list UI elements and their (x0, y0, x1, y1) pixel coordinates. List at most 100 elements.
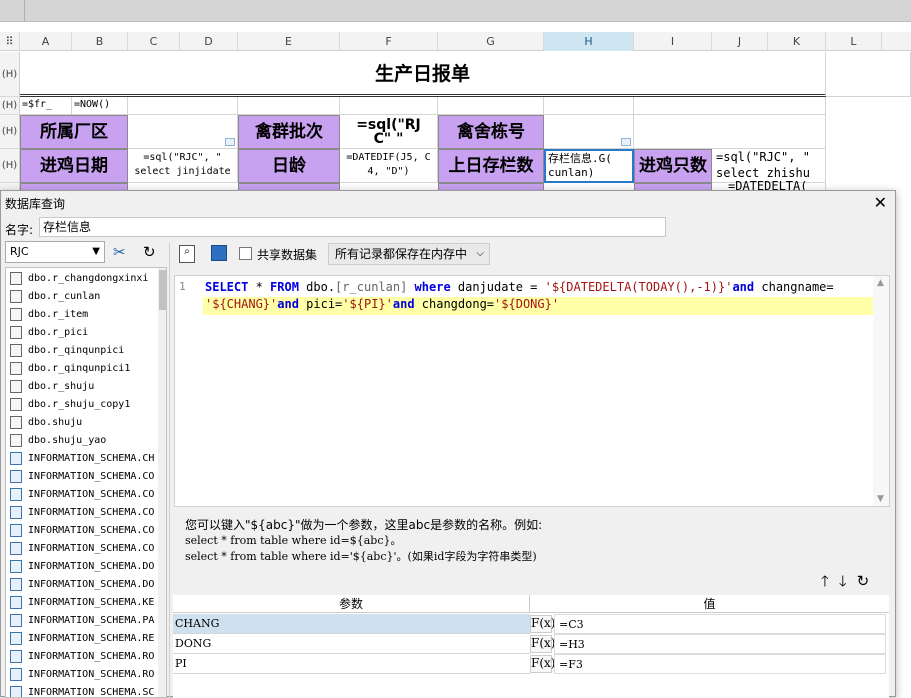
editor-scrollbar[interactable]: ▲ ▼ (873, 276, 889, 506)
column-f[interactable]: F (340, 32, 438, 51)
database-select[interactable]: RJC ▼ (5, 241, 105, 263)
table-item-label: dbo.shuju_yao (28, 435, 106, 446)
column-j[interactable]: J (712, 32, 768, 51)
param-value[interactable]: =C3 (554, 614, 886, 634)
system-table-item[interactable]: INFORMATION_SCHEMA.CO (10, 468, 158, 486)
system-table-item[interactable]: INFORMATION_SCHEMA.CO (10, 504, 158, 522)
param-value[interactable]: =F3 (554, 654, 886, 674)
system-table-item[interactable]: INFORMATION_SCHEMA.RO (10, 648, 158, 666)
cell-h2[interactable] (544, 97, 634, 115)
system-table-label: INFORMATION_SCHEMA.DO (28, 561, 154, 572)
table-item[interactable]: dbo.shuju (10, 414, 158, 432)
save-icon[interactable] (211, 245, 227, 261)
formula-fx-icon[interactable]: F(x) (530, 655, 552, 673)
formula-fx-icon[interactable]: F(x) (530, 635, 552, 653)
table-list-scrollbar[interactable] (158, 268, 167, 697)
view-icon (10, 596, 22, 609)
table-item[interactable]: dbo.r_pici (10, 324, 158, 342)
move-up-icon[interactable]: 🡑 (821, 572, 839, 590)
system-table-item[interactable]: INFORMATION_SCHEMA.SC (10, 684, 158, 698)
table-item[interactable]: dbo.shuju_yao (10, 432, 158, 450)
cell-c3[interactable] (128, 115, 238, 149)
label-age[interactable]: 日龄 (238, 149, 340, 183)
column-b[interactable]: B (72, 32, 128, 51)
label-count[interactable]: 进鸡只数 (634, 149, 712, 183)
sql-editor[interactable]: 1 SELECT * FROM dbo.[r_cunlan] where dan… (174, 275, 890, 507)
system-table-item[interactable]: INFORMATION_SCHEMA.CO (10, 522, 158, 540)
cell-j4[interactable]: =sql("RJC", "select zhishu (712, 149, 826, 183)
close-button[interactable]: ✕ (874, 193, 887, 212)
column-e[interactable]: E (238, 32, 340, 51)
memory-mode-select[interactable]: 所有记录都保存在内存中 ⌵ (328, 243, 490, 265)
column-c[interactable]: C (128, 32, 180, 51)
formula-fx-icon[interactable]: F(x) (530, 615, 552, 633)
cell-h4-selected[interactable]: 存栏信息.G(cunlan) (544, 149, 634, 183)
table-item[interactable]: dbo.r_shuju_copy1 (10, 396, 158, 414)
cell-l1[interactable] (826, 52, 911, 97)
cell-c4[interactable]: =sql("RJC", "select jinjidate (128, 149, 238, 183)
report-title[interactable]: 生产日报单 (20, 52, 826, 97)
move-down-icon[interactable]: 🡓 (839, 572, 857, 590)
scroll-up-icon[interactable]: ▲ (877, 278, 884, 288)
row-header-3[interactable]: (H) (0, 115, 20, 149)
column-h[interactable]: H (544, 32, 634, 51)
name-input[interactable]: 存栏信息 (39, 217, 666, 237)
cell-f2[interactable] (340, 97, 438, 115)
scroll-down-icon[interactable]: ▼ (877, 494, 884, 504)
param-name[interactable]: PI (173, 654, 530, 674)
cell-a2[interactable]: =$fr_ (20, 97, 72, 115)
system-table-item[interactable]: INFORMATION_SCHEMA.CO (10, 486, 158, 504)
refresh-params-icon[interactable]: ↻ (857, 572, 880, 590)
table-item[interactable]: dbo.r_cunlan (10, 288, 158, 306)
system-table-item[interactable]: INFORMATION_SCHEMA.PA (10, 612, 158, 630)
label-factory[interactable]: 所属厂区 (20, 115, 128, 149)
cell-b2[interactable]: =NOW() (72, 97, 128, 115)
row-header-1[interactable]: (H) (0, 52, 20, 97)
param-name[interactable]: DONG (173, 634, 530, 654)
table-item[interactable]: dbo.r_qinqunpici (10, 342, 158, 360)
cell-f3[interactable]: =sql("RJC" " (340, 115, 438, 149)
param-name[interactable]: CHANG (173, 614, 530, 634)
table-item[interactable]: dbo.r_qinqunpici1 (10, 360, 158, 378)
scrollbar-thumb[interactable] (159, 270, 166, 310)
column-k[interactable]: K (768, 32, 826, 51)
select-all-corner[interactable]: ⠿ (0, 32, 20, 51)
column-l[interactable]: L (826, 32, 882, 51)
param-value[interactable]: =H3 (554, 634, 886, 654)
cell-e2[interactable] (238, 97, 340, 115)
label-stock[interactable]: 上日存栏数 (438, 149, 544, 183)
table-item[interactable]: dbo.r_item (10, 306, 158, 324)
view-icon (10, 452, 22, 465)
column-a[interactable]: A (20, 32, 72, 51)
tools-icon[interactable]: ✂ (113, 243, 133, 261)
system-table-item[interactable]: INFORMATION_SCHEMA.RE (10, 630, 158, 648)
cell-i3[interactable] (634, 115, 826, 149)
system-table-item[interactable]: INFORMATION_SCHEMA.CH (10, 450, 158, 468)
cell-i2[interactable] (634, 97, 826, 115)
column-i[interactable]: I (634, 32, 712, 51)
system-table-item[interactable]: INFORMATION_SCHEMA.KE (10, 594, 158, 612)
label-house[interactable]: 禽舍栋号 (438, 115, 544, 149)
label-date[interactable]: 进鸡日期 (20, 149, 128, 183)
refresh-icon[interactable]: ↻ (143, 243, 163, 261)
cell-h3[interactable] (544, 115, 634, 149)
column-d[interactable]: D (180, 32, 238, 51)
cell-c2[interactable] (128, 97, 238, 115)
table-list[interactable]: dbo.r_changdongxinxidbo.r_cunlandbo.r_it… (5, 267, 167, 698)
system-table-item[interactable]: INFORMATION_SCHEMA.CO (10, 540, 158, 558)
column-g[interactable]: G (438, 32, 544, 51)
cell-g2[interactable] (438, 97, 544, 115)
dropdown-marker-icon[interactable] (621, 138, 631, 146)
system-table-item[interactable]: INFORMATION_SCHEMA.RO (10, 666, 158, 684)
table-item[interactable]: dbo.r_changdongxinxi (10, 270, 158, 288)
row-header-2[interactable]: (H) (0, 97, 20, 115)
row-header-4[interactable]: (H) (0, 149, 20, 183)
label-batch[interactable]: 禽群批次 (238, 115, 340, 149)
preview-icon[interactable]: ⌕ (179, 245, 195, 263)
system-table-item[interactable]: INFORMATION_SCHEMA.DO (10, 576, 158, 594)
share-checkbox[interactable] (239, 247, 252, 260)
system-table-item[interactable]: INFORMATION_SCHEMA.DO (10, 558, 158, 576)
dropdown-marker-icon[interactable] (225, 138, 235, 146)
table-item[interactable]: dbo.r_shuju (10, 378, 158, 396)
cell-f4[interactable]: =DATEDIF(J5, C4, "D") (340, 149, 438, 183)
